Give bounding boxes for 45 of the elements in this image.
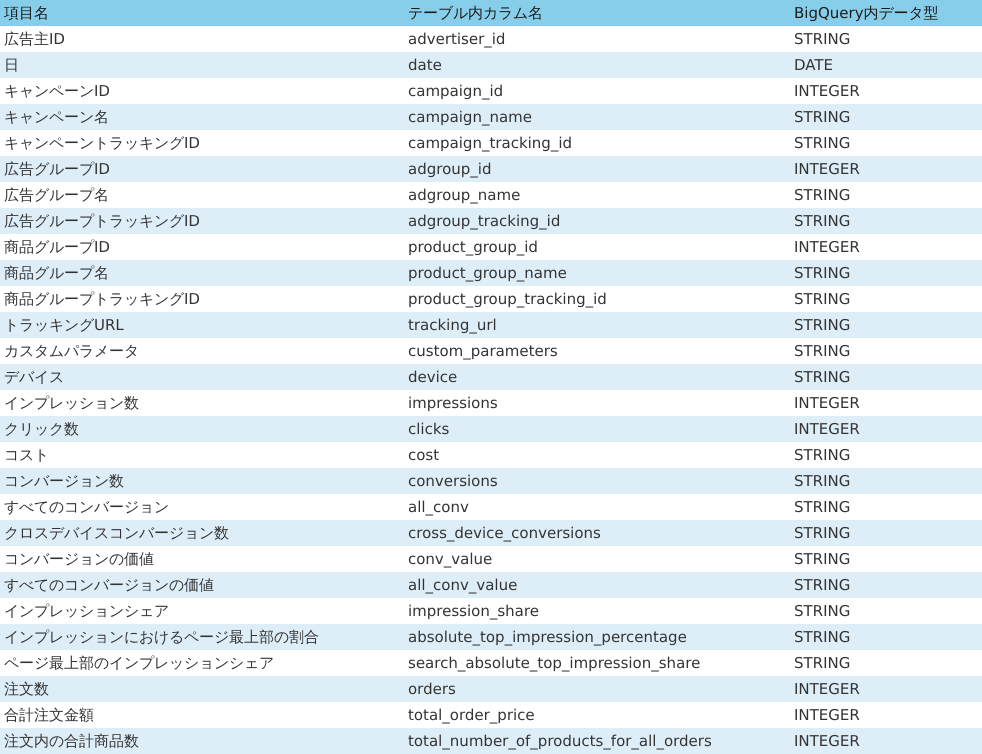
table-cell: total_number_of_products_for_all_orders [404,728,790,754]
table-cell: conversions [404,468,790,494]
table-cell: トラッキングURL [0,312,404,338]
table-cell: STRING [790,312,982,338]
table-cell: campaign_name [404,104,790,130]
table-cell: 商品グループ名 [0,260,404,286]
table-cell: INTEGER [790,728,982,754]
table-cell: INTEGER [790,676,982,702]
table-cell: 日 [0,52,404,78]
table-cell: STRING [790,624,982,650]
table-cell: adgroup_id [404,156,790,182]
table-cell: コンバージョン数 [0,468,404,494]
table-cell: 注文数 [0,676,404,702]
table-cell: すべてのコンバージョンの価値 [0,572,404,598]
table-cell: INTEGER [790,156,982,182]
table-cell: STRING [790,364,982,390]
table-cell: STRING [790,260,982,286]
column-header: 項目名 [0,0,404,26]
table-cell: INTEGER [790,416,982,442]
table-cell: clicks [404,416,790,442]
table-cell: 注文内の合計商品数 [0,728,404,754]
table-cell: cross_device_conversions [404,520,790,546]
table-cell: STRING [790,572,982,598]
table-cell: STRING [790,208,982,234]
table-cell: STRING [790,468,982,494]
table-cell: 広告グループID [0,156,404,182]
table-cell: adgroup_tracking_id [404,208,790,234]
table-cell: device [404,364,790,390]
table-cell: クロスデバイスコンバージョン数 [0,520,404,546]
table-cell: インプレッションにおけるページ最上部の割合 [0,624,404,650]
table-cell: tracking_url [404,312,790,338]
column-header: テーブル内カラム名 [404,0,790,26]
table-cell: STRING [790,520,982,546]
table-cell: 広告グループトラッキングID [0,208,404,234]
table-cell: デバイス [0,364,404,390]
table-cell: orders [404,676,790,702]
table-cell: absolute_top_impression_percentage [404,624,790,650]
table-cell: STRING [790,104,982,130]
table-cell: クリック数 [0,416,404,442]
table-cell: キャンペーン名 [0,104,404,130]
table-cell: date [404,52,790,78]
table-cell: all_conv_value [404,572,790,598]
table-cell: product_group_name [404,260,790,286]
table-cell: DATE [790,52,982,78]
column-header: BigQuery内データ型 [790,0,982,26]
